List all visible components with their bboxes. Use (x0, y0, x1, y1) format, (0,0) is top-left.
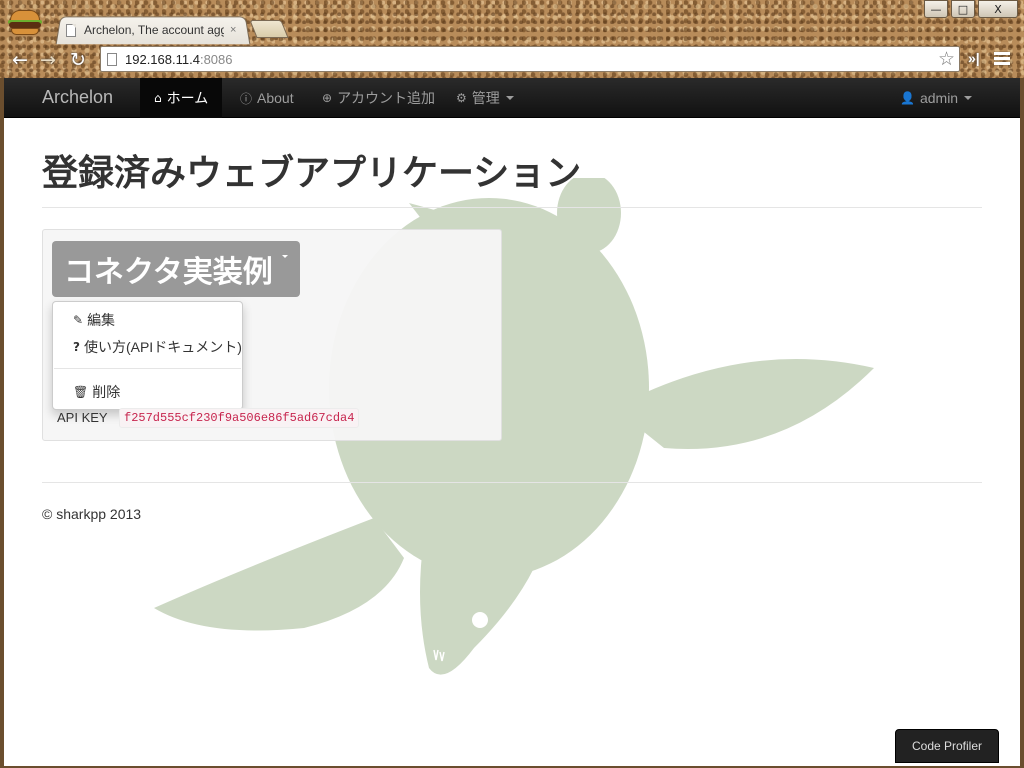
gear-icon: ⚙ (456, 91, 467, 105)
menu-icon[interactable] (994, 52, 1010, 66)
app-dropdown-menu: ✎ 編集 ? 使い方(APIドキュメント) 🗑 削除 (52, 301, 243, 410)
nav-about[interactable]: ⓘ About (226, 78, 308, 118)
browser-titlebar: Archelon, The account agg × — □ X ← → ↻ … (0, 0, 1024, 78)
app-name: コネクタ実装例 (64, 256, 273, 289)
url-host: 192.168.11.4 (125, 51, 200, 67)
menu-item-delete[interactable]: 🗑 削除 (73, 382, 120, 402)
page-viewport: Archelon ⌂ ホーム ⓘ About ⊕ アカウント追加 ⚙ 管理 👤 … (4, 78, 1020, 766)
url-port: :8086 (199, 51, 233, 67)
home-icon: ⌂ (154, 91, 162, 105)
extension-icon[interactable]: »| (968, 50, 980, 66)
pencil-icon: ✎ (73, 313, 84, 327)
menu-item-delete-label: 削除 (92, 384, 121, 400)
page-title: 登録済みウェブアプリケーション (42, 152, 582, 193)
chevron-down-icon (505, 96, 514, 100)
page-icon (66, 23, 76, 37)
brand-logo[interactable]: Archelon (42, 87, 113, 108)
api-key-label: API KEY (57, 410, 108, 425)
divider (42, 207, 982, 208)
divider (42, 482, 982, 483)
minimize-button[interactable]: — (924, 0, 948, 18)
close-window-button[interactable]: X (978, 0, 1018, 18)
api-key-value: f257d555cf230f9a506e86f5ad67cda4 (119, 408, 360, 428)
nav-home[interactable]: ⌂ ホーム (140, 78, 223, 118)
menu-divider (54, 368, 241, 369)
nav-user-menu[interactable]: 👤 admin (886, 78, 986, 118)
trash-icon: 🗑 (73, 385, 89, 399)
question-icon: ? (73, 340, 80, 354)
address-bar[interactable]: 192.168.11.4 :8086 ☆ (100, 46, 960, 72)
star-icon[interactable]: ☆ (938, 48, 955, 70)
arrow-right-icon[interactable]: → (40, 49, 56, 71)
tab-close-icon[interactable]: × (230, 24, 236, 36)
page-icon (107, 52, 117, 66)
nav-add-account[interactable]: ⊕ アカウント追加 (308, 78, 449, 118)
arrow-left-icon[interactable]: ← (12, 49, 28, 71)
reload-icon[interactable]: ↻ (70, 49, 86, 71)
nav-about-label: About (257, 90, 294, 106)
nav-admin[interactable]: ⚙ 管理 (442, 78, 528, 118)
nav-home-label: ホーム (166, 90, 209, 106)
top-navbar: Archelon ⌂ ホーム ⓘ About ⊕ アカウント追加 ⚙ 管理 👤 … (4, 78, 1020, 118)
plus-circle-icon: ⊕ (322, 91, 333, 105)
nav-admin-label: 管理 (471, 90, 500, 106)
browser-tab[interactable]: Archelon, The account agg × (66, 18, 244, 42)
app-dropdown-button[interactable]: コネクタ実装例 (52, 241, 300, 297)
code-profiler-button[interactable]: Code Profiler (895, 729, 999, 763)
chevron-down-icon (282, 255, 288, 258)
user-icon: 👤 (900, 91, 915, 105)
nav-user-label: admin (919, 90, 959, 106)
menu-item-api-docs-label: 使い方(APIドキュメント) (83, 339, 242, 355)
nav-add-account-label: アカウント追加 (337, 90, 436, 106)
menu-item-api-docs[interactable]: ? 使い方(APIドキュメント) (73, 337, 242, 357)
chevron-down-icon (964, 96, 973, 100)
maximize-button[interactable]: □ (951, 0, 975, 18)
info-icon: ⓘ (240, 91, 253, 106)
menu-item-edit[interactable]: ✎ 編集 (73, 310, 115, 330)
footer-copyright: © sharkpp 2013 (42, 506, 142, 522)
tab-title: Archelon, The account agg (84, 23, 224, 37)
new-tab-button[interactable] (249, 20, 289, 38)
menu-item-edit-label: 編集 (87, 312, 116, 328)
burger-icon (8, 8, 42, 38)
